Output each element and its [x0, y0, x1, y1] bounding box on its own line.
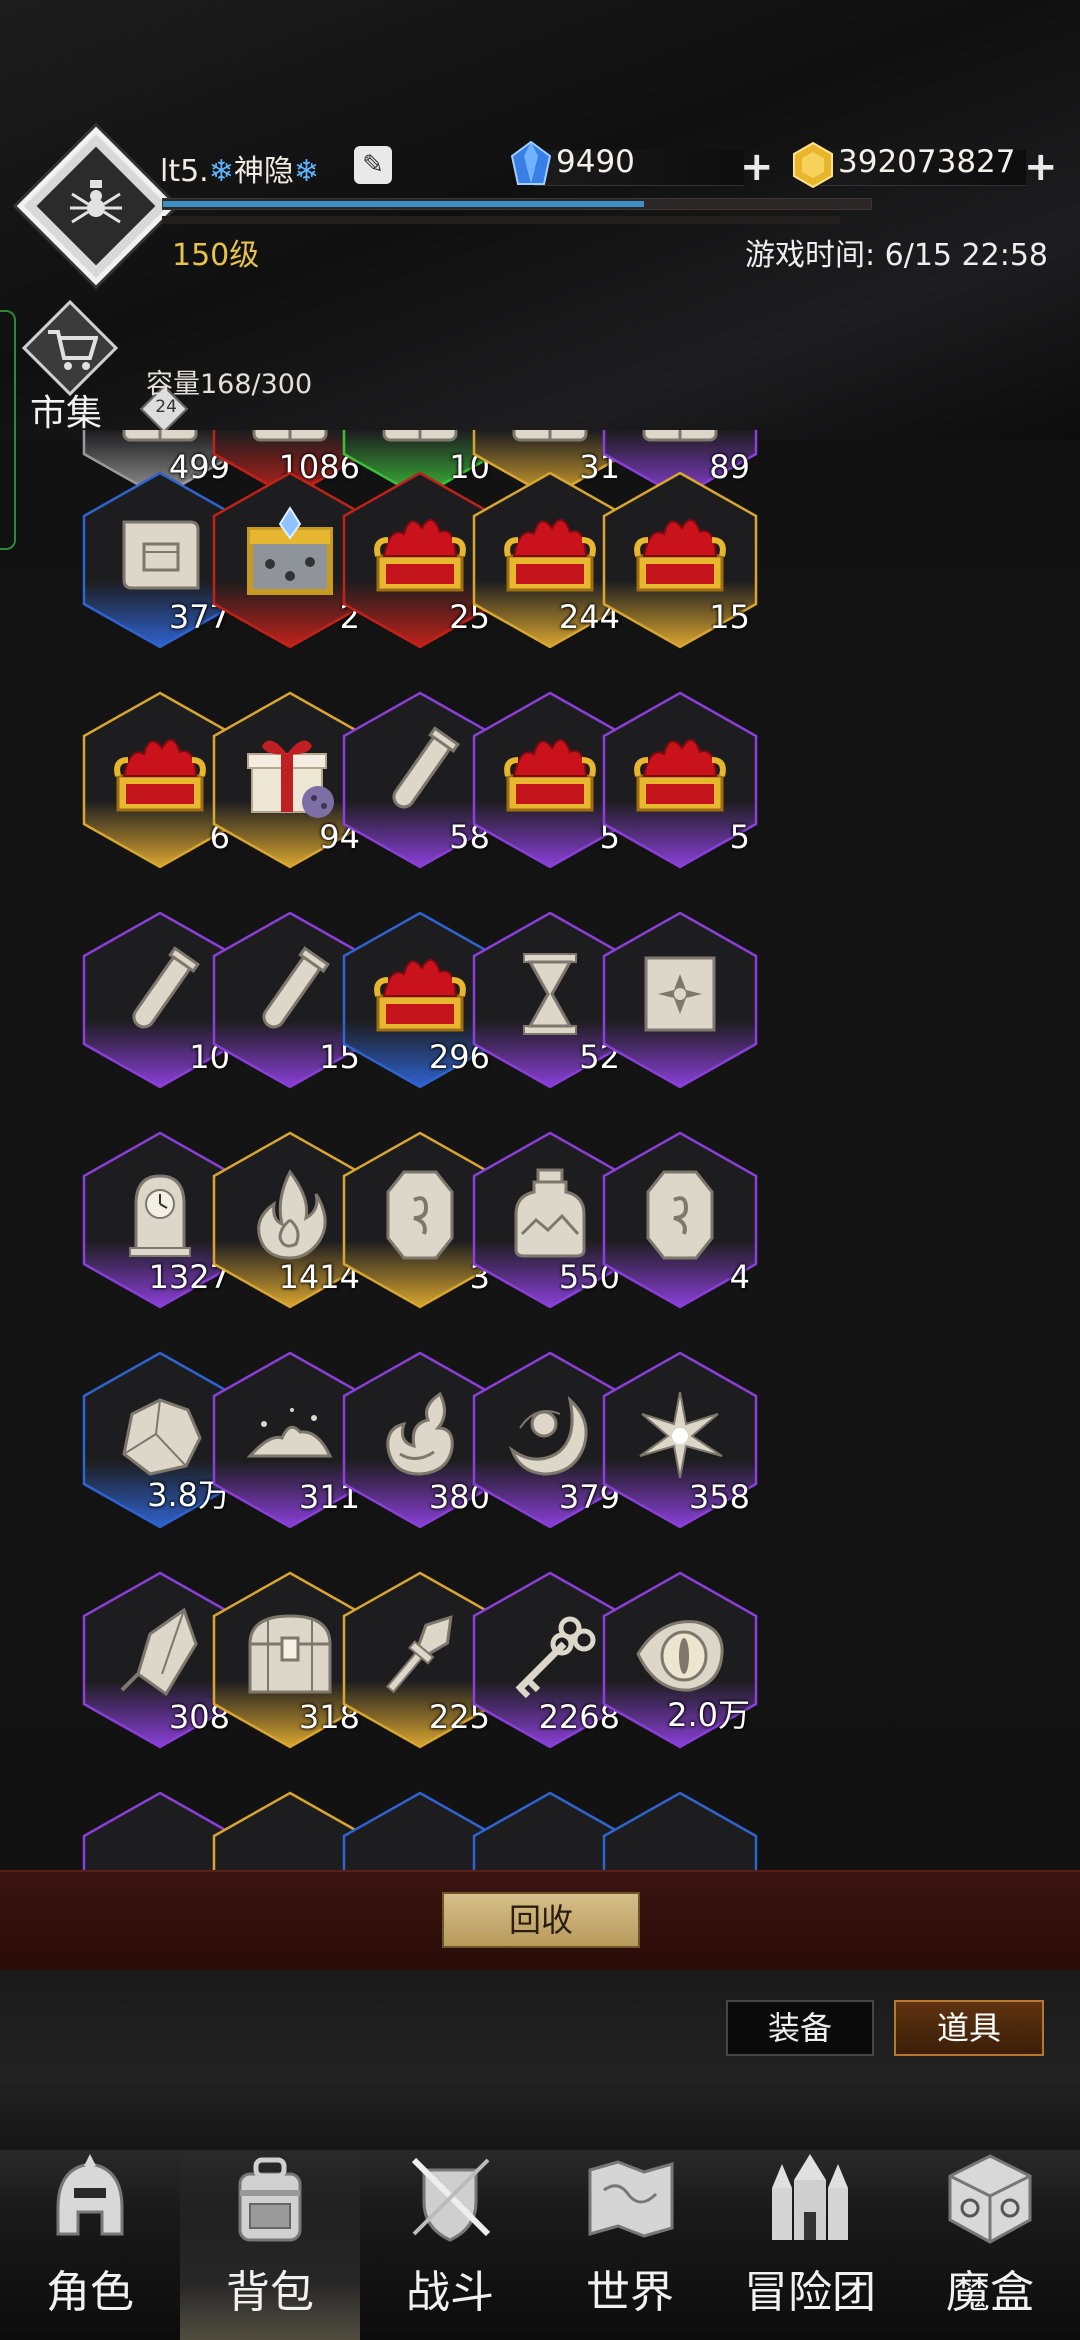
player-name-prefix: lt5. [160, 154, 209, 189]
test-tube-icon [392, 726, 460, 809]
inventory-item-partial[interactable] [600, 1790, 760, 1870]
blueprint-scroll-icon [122, 520, 200, 590]
castle-icon [772, 2154, 848, 2240]
ruby-chest-icon [114, 739, 206, 812]
bag-capacity: 容量168/300 [146, 369, 313, 400]
gift-box-icon [247, 740, 334, 818]
helmet-icon [56, 2154, 124, 2236]
key-icon [515, 1616, 596, 1699]
nav-item-bag[interactable]: 背包 [180, 2150, 360, 2340]
ruby-chest-icon [374, 959, 466, 1032]
game-time: 游戏时间: 6/15 22:58 [744, 238, 1048, 273]
inventory-item[interactable]: 5 [600, 690, 760, 870]
tab-items[interactable]: 道具 [894, 2000, 1044, 2056]
gold-crate-icon [247, 506, 333, 595]
action-bar: 回收 [0, 1870, 1080, 1970]
gold-currency: 392073827 + [790, 140, 1060, 190]
cart-icon [48, 330, 98, 370]
rune-stone-icon [386, 1170, 454, 1260]
inventory-item[interactable]: 358 [600, 1350, 760, 1530]
item-frame [602, 1791, 758, 1870]
hourglass-icon [523, 953, 577, 1035]
inventory-item[interactable] [600, 910, 760, 1090]
rock-icon [122, 1398, 202, 1476]
ruby-chest-icon [504, 739, 596, 812]
recycle-button[interactable]: 回收 [442, 1892, 640, 1948]
xp-bar-fill [163, 201, 645, 207]
nav-item-battle[interactable]: 战斗 [360, 2150, 540, 2340]
app-screen: 24 lt5.❄神隐❄ ✎ 150级 9490 + 392073827 + 游戏… [0, 0, 1080, 2340]
snowflake-icon: ❄ [208, 154, 234, 189]
crystal-shard-icon [120, 1607, 198, 1697]
nav-label: 魔盒 [946, 2267, 1034, 2318]
xp-bar [162, 198, 872, 210]
dust-icon [246, 1408, 333, 1458]
tab-equipment[interactable]: 装备 [726, 2000, 874, 2056]
player-name: lt5.❄神隐❄ [160, 146, 319, 190]
market-label: 市集 [30, 393, 103, 434]
gem-currency: 9490 + [508, 140, 778, 190]
snowflake-icon: ❄ [293, 154, 320, 189]
clock-icon [129, 1174, 191, 1257]
nav-label: 战斗 [406, 2267, 494, 2318]
test-tube-icon [262, 946, 330, 1029]
gold-coin-icon [793, 141, 833, 189]
bottom-nav: 角色 背包 战斗 世界 冒险团 魔盒 [0, 2150, 1080, 2340]
map-scroll-icon [588, 2160, 674, 2238]
inventory-item[interactable]: 15 [600, 470, 760, 650]
item-grid[interactable]: 499 1086 10 31 89 377 2 25 244 15 6 94 5… [0, 430, 1080, 1870]
item-count: 2.0万 [667, 1696, 750, 1734]
nav-item-character[interactable]: 角色 [0, 2150, 180, 2340]
swords-shield-icon [411, 2157, 491, 2242]
edit-name-icon[interactable]: ✎ [354, 146, 392, 184]
ruby-chest-icon [634, 739, 726, 812]
nav-label: 世界 [586, 2267, 674, 2318]
item-count: 4 [729, 1258, 750, 1296]
fire-wisp-icon [386, 1391, 454, 1476]
nav-label: 冒险团 [744, 2267, 876, 2318]
ruby-chest-icon [374, 519, 466, 592]
treasure-chest-icon [248, 1614, 332, 1694]
player-header: 24 lt5.❄神隐❄ ✎ 150级 9490 + 392073827 + 游戏… [0, 0, 1080, 550]
dragon-eye-icon [636, 1620, 724, 1692]
xp-bar-secondary [162, 216, 840, 224]
gold-amount: 392073827 [838, 144, 1016, 180]
nav-label: 角色 [46, 2267, 134, 2318]
item-count: 358 [688, 1478, 750, 1516]
inventory-item[interactable]: 4 [600, 1130, 760, 1310]
item-count: 5 [729, 818, 750, 856]
nav-item-magic-box[interactable]: 魔盒 [900, 2150, 1080, 2340]
gem-amount: 9490 [556, 144, 635, 180]
shuriken-scroll-icon [644, 956, 716, 1032]
ruby-chest-icon [634, 519, 726, 592]
filter-bar: 装备 道具 [0, 1970, 1080, 2150]
add-gold-button[interactable]: + [1024, 144, 1058, 190]
spark-icon [639, 1391, 723, 1479]
spider-emblem-icon [70, 180, 122, 224]
magic-cube-icon [948, 2154, 1032, 2244]
item-count: 15 [709, 598, 750, 636]
crescent-orb-icon [508, 1395, 588, 1476]
player-name-text: 神隐 [233, 154, 294, 189]
player-level: 150级 [172, 238, 260, 273]
jar-icon [514, 1168, 586, 1258]
backpack-icon [238, 2157, 302, 2242]
nav-item-guild[interactable]: 冒险团 [720, 2150, 900, 2340]
blue-gem-icon [510, 140, 552, 185]
crystal-staff-icon [385, 1615, 453, 1694]
test-tube-icon [132, 946, 200, 1029]
rune-stone-icon [646, 1170, 714, 1260]
inventory-item[interactable]: 2.0万 [600, 1570, 760, 1750]
player-avatar[interactable]: 24 [16, 126, 189, 434]
nav-label: 背包 [226, 2267, 314, 2318]
nav-item-world[interactable]: 世界 [540, 2150, 720, 2340]
flame-icon [257, 1169, 327, 1260]
add-gems-button[interactable]: + [740, 144, 774, 190]
ruby-chest-icon [504, 519, 596, 592]
